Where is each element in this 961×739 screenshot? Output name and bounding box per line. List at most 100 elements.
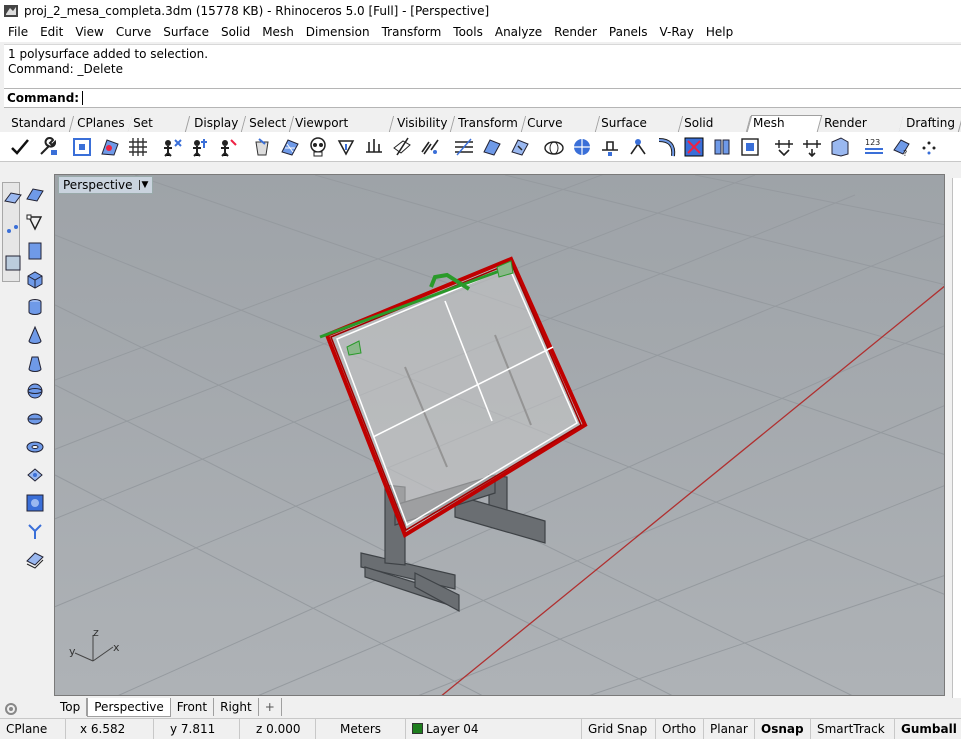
blend-surface-icon[interactable] — [24, 492, 46, 514]
toggle-planar[interactable]: Planar — [704, 719, 755, 739]
mesh-flatten-icon[interactable] — [828, 135, 852, 159]
tab-curve-tools[interactable]: Curve Tools — [521, 116, 601, 145]
mesh-project-icon[interactable] — [800, 135, 824, 159]
menu-help[interactable]: Help — [700, 22, 739, 42]
tab-render-tools[interactable]: Render Tools — [818, 116, 904, 145]
menu-dimension[interactable]: Dimension — [300, 22, 376, 42]
tab-select[interactable]: Select — [241, 116, 295, 132]
mesh-boolean-difference-icon[interactable] — [188, 135, 212, 159]
viewport-tab-right[interactable]: Right — [214, 698, 259, 716]
add-viewport-tab-button[interactable]: + — [259, 698, 282, 716]
mesh-grid-icon[interactable] — [126, 135, 150, 159]
wrench-icon[interactable] — [36, 135, 60, 159]
mesh-trim-icon[interactable] — [390, 135, 414, 159]
mesh-repair-icon[interactable] — [480, 135, 504, 159]
mesh-from-nurbs-icon[interactable] — [70, 135, 94, 159]
explode-icon[interactable] — [24, 520, 46, 542]
mesh-faces-icon[interactable] — [452, 135, 476, 159]
mesh-bend-icon[interactable] — [654, 135, 678, 159]
tab-display[interactable]: Display — [186, 116, 247, 132]
drafting-table-model[interactable] — [319, 256, 588, 613]
weld-mesh-icon[interactable] — [334, 135, 358, 159]
ellipsoid-icon[interactable] — [24, 408, 46, 430]
mesh-sphere-icon[interactable] — [542, 135, 566, 159]
status-cplane[interactable]: CPlane — [0, 719, 66, 739]
torus-icon[interactable] — [24, 436, 46, 458]
viewport-tab-top[interactable]: Top — [54, 698, 88, 716]
toggle-osnap[interactable]: Osnap — [755, 719, 811, 739]
menu-solid[interactable]: Solid — [215, 22, 256, 42]
menu-render[interactable]: Render — [548, 22, 603, 42]
mesh-boolean-intersect-icon[interactable] — [216, 135, 240, 159]
right-panel-collapsed[interactable] — [952, 178, 961, 698]
viewport-scene[interactable]: z x y — [55, 175, 945, 696]
surface-corner-icon[interactable] — [24, 184, 46, 206]
viewport-tab-front[interactable]: Front — [171, 698, 215, 716]
menu-mesh[interactable]: Mesh — [256, 22, 300, 42]
mesh-offset-icon[interactable] — [418, 135, 442, 159]
tab-mesh-tools[interactable]: Mesh Tools — [747, 115, 823, 145]
pipe-icon[interactable] — [24, 464, 46, 486]
box-icon[interactable] — [24, 268, 46, 290]
mesh-unify-normals-icon[interactable] — [508, 135, 532, 159]
mesh-split-disjoint-icon[interactable] — [710, 135, 734, 159]
fill-mesh-hole-icon[interactable] — [250, 135, 274, 159]
settings-gear-icon[interactable] — [0, 698, 22, 720]
tab-set-view[interactable]: Set View — [127, 116, 191, 145]
status-layer[interactable]: Layer 04 — [406, 719, 582, 739]
viewport-title-label[interactable]: Perspective ▼ — [58, 176, 154, 194]
select-points-icon[interactable] — [2, 220, 24, 242]
toggle-ortho[interactable]: Ortho — [656, 719, 704, 739]
mesh-info-icon[interactable]: ? — [890, 135, 914, 159]
mesh-pull-icon[interactable] — [626, 135, 650, 159]
mesh-extract-icon[interactable] — [598, 135, 622, 159]
tab-visibility[interactable]: Visibility — [389, 116, 456, 132]
menu-analyze[interactable]: Analyze — [489, 22, 548, 42]
mesh-points-icon[interactable] — [918, 135, 942, 159]
command-history[interactable]: 1 polysurface added to selection. Comman… — [4, 44, 961, 88]
menu-panels[interactable]: Panels — [603, 22, 654, 42]
menu-file[interactable]: File — [2, 22, 34, 42]
cone-icon[interactable] — [24, 324, 46, 346]
edge-surface-icon[interactable] — [24, 212, 46, 234]
numbering-icon[interactable]: 123 — [862, 135, 886, 159]
tab-standard[interactable]: Standard — [3, 116, 74, 132]
mesh-patch-icon[interactable] — [98, 135, 122, 159]
mesh-to-nurb-icon[interactable] — [772, 135, 796, 159]
sphere-icon[interactable] — [24, 380, 46, 402]
cylinder-icon[interactable] — [24, 296, 46, 318]
checkmark-icon[interactable] — [8, 135, 32, 159]
toggle-gumball[interactable]: Gumball — [895, 719, 961, 739]
tab-drafting[interactable]: Drafting — [899, 116, 961, 132]
tab-cplanes[interactable]: CPlanes — [69, 116, 133, 132]
viewport-tab-perspective[interactable]: Perspective — [87, 697, 171, 717]
status-units[interactable]: Meters — [316, 719, 406, 739]
command-line[interactable]: Command: — [4, 88, 961, 108]
surface-from-curves-icon[interactable] — [24, 548, 46, 570]
menu-surface[interactable]: Surface — [157, 22, 215, 42]
toggle-smarttrack[interactable]: SmartTrack — [811, 719, 895, 739]
tab-solid-tools[interactable]: Solid Tools — [679, 116, 752, 145]
menu-tools[interactable]: Tools — [447, 22, 489, 42]
mesh-outline-icon[interactable] — [738, 135, 762, 159]
tab-surface-tools[interactable]: Surface Tools — [595, 116, 684, 145]
toggle-grid-snap[interactable]: Grid Snap — [582, 719, 656, 739]
mesh-ellipsoid-icon[interactable] — [570, 135, 594, 159]
menu-vray[interactable]: V-Ray — [654, 22, 700, 42]
reduce-mesh-icon[interactable] — [278, 135, 302, 159]
tab-viewport-layout[interactable]: Viewport Layout — [289, 116, 395, 145]
plane-surface-icon[interactable] — [24, 240, 46, 262]
surface-plane-icon[interactable] — [2, 186, 24, 208]
tab-transform[interactable]: Transform — [451, 116, 527, 132]
menu-view[interactable]: View — [69, 22, 109, 42]
mesh-boolean-union-icon[interactable] — [160, 135, 184, 159]
skull-icon[interactable] — [306, 135, 330, 159]
viewport-menu-dropdown-icon[interactable]: ▼ — [138, 180, 148, 190]
perspective-viewport[interactable]: z x y — [54, 174, 945, 696]
menu-edit[interactable]: Edit — [34, 22, 69, 42]
mesh-split-icon[interactable] — [362, 135, 386, 159]
mesh-select-icon[interactable] — [682, 135, 706, 159]
layout-icon[interactable] — [2, 252, 24, 274]
menu-curve[interactable]: Curve — [110, 22, 157, 42]
menu-transform[interactable]: Transform — [376, 22, 448, 42]
